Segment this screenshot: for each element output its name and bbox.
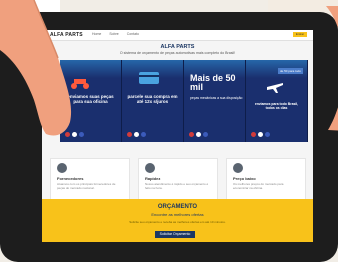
- folder-icon: [57, 163, 67, 173]
- dot-icon: [189, 132, 194, 137]
- nav-item-sobre[interactable]: Sobre: [109, 32, 118, 36]
- dot-icon: [203, 132, 208, 137]
- banner-shipping[interactable]: de 50 para todo enviamos para todo Brasi…: [246, 60, 308, 142]
- dot-icon: [196, 132, 201, 137]
- airplane-icon: [267, 83, 283, 93]
- orcamento-subtitle: Encontre as melhores ofertas: [151, 212, 204, 217]
- credit-card-icon: [139, 72, 159, 84]
- feature-title: Rapidez: [145, 176, 161, 181]
- banner-parts[interactable]: Mais de 50 mil peças mecânicas a sua dis…: [184, 60, 246, 142]
- banner-payment-text: parcele sua compra em até 12x s/juros: [127, 94, 178, 104]
- nav-cta-button[interactable]: Entrar: [293, 32, 307, 37]
- dot-icon: [265, 132, 270, 137]
- right-hand-image: [326, 6, 338, 131]
- dot-icon: [127, 132, 132, 137]
- banner-parts-subtext: peças mecânicas a sua disposição: [190, 96, 243, 100]
- dot-icon: [258, 132, 263, 137]
- dollar-icon: [233, 163, 243, 173]
- feature-description: Atuamos com os principais fornecedores d…: [57, 182, 116, 190]
- banner-payment[interactable]: parcele sua compra em até 12x s/juros: [122, 60, 184, 142]
- request-quote-button[interactable]: Solicitar Orçamento: [155, 231, 195, 238]
- banner-shipping-text: enviamos para todo Brasil, todos os dias: [254, 102, 299, 110]
- nav-item-contato[interactable]: Contato: [127, 32, 139, 36]
- clock-icon: [145, 163, 155, 173]
- orcamento-title: ORÇAMENTO: [157, 204, 198, 210]
- left-hand-image: [0, 0, 72, 136]
- feature-description: Nosso atendimento é rápido e seu orçamen…: [145, 182, 209, 190]
- feature-title: Preço baixo: [233, 176, 256, 181]
- banner-dots: [127, 132, 146, 137]
- banner-dots: [189, 132, 208, 137]
- orcamento-description: Solicite seu orçamento e receba as melho…: [129, 220, 226, 224]
- dot-icon: [141, 132, 146, 137]
- dot-icon: [134, 132, 139, 137]
- feature-title: Fornecedores: [57, 176, 84, 181]
- dot-icon: [251, 132, 256, 137]
- banner-shipping-badge: de 50 para todo: [277, 68, 303, 74]
- feature-description: Os melhores preços do mercado para econo…: [233, 182, 284, 190]
- banner-dots: [251, 132, 270, 137]
- banner-parts-headline: Mais de 50 mil: [190, 73, 236, 92]
